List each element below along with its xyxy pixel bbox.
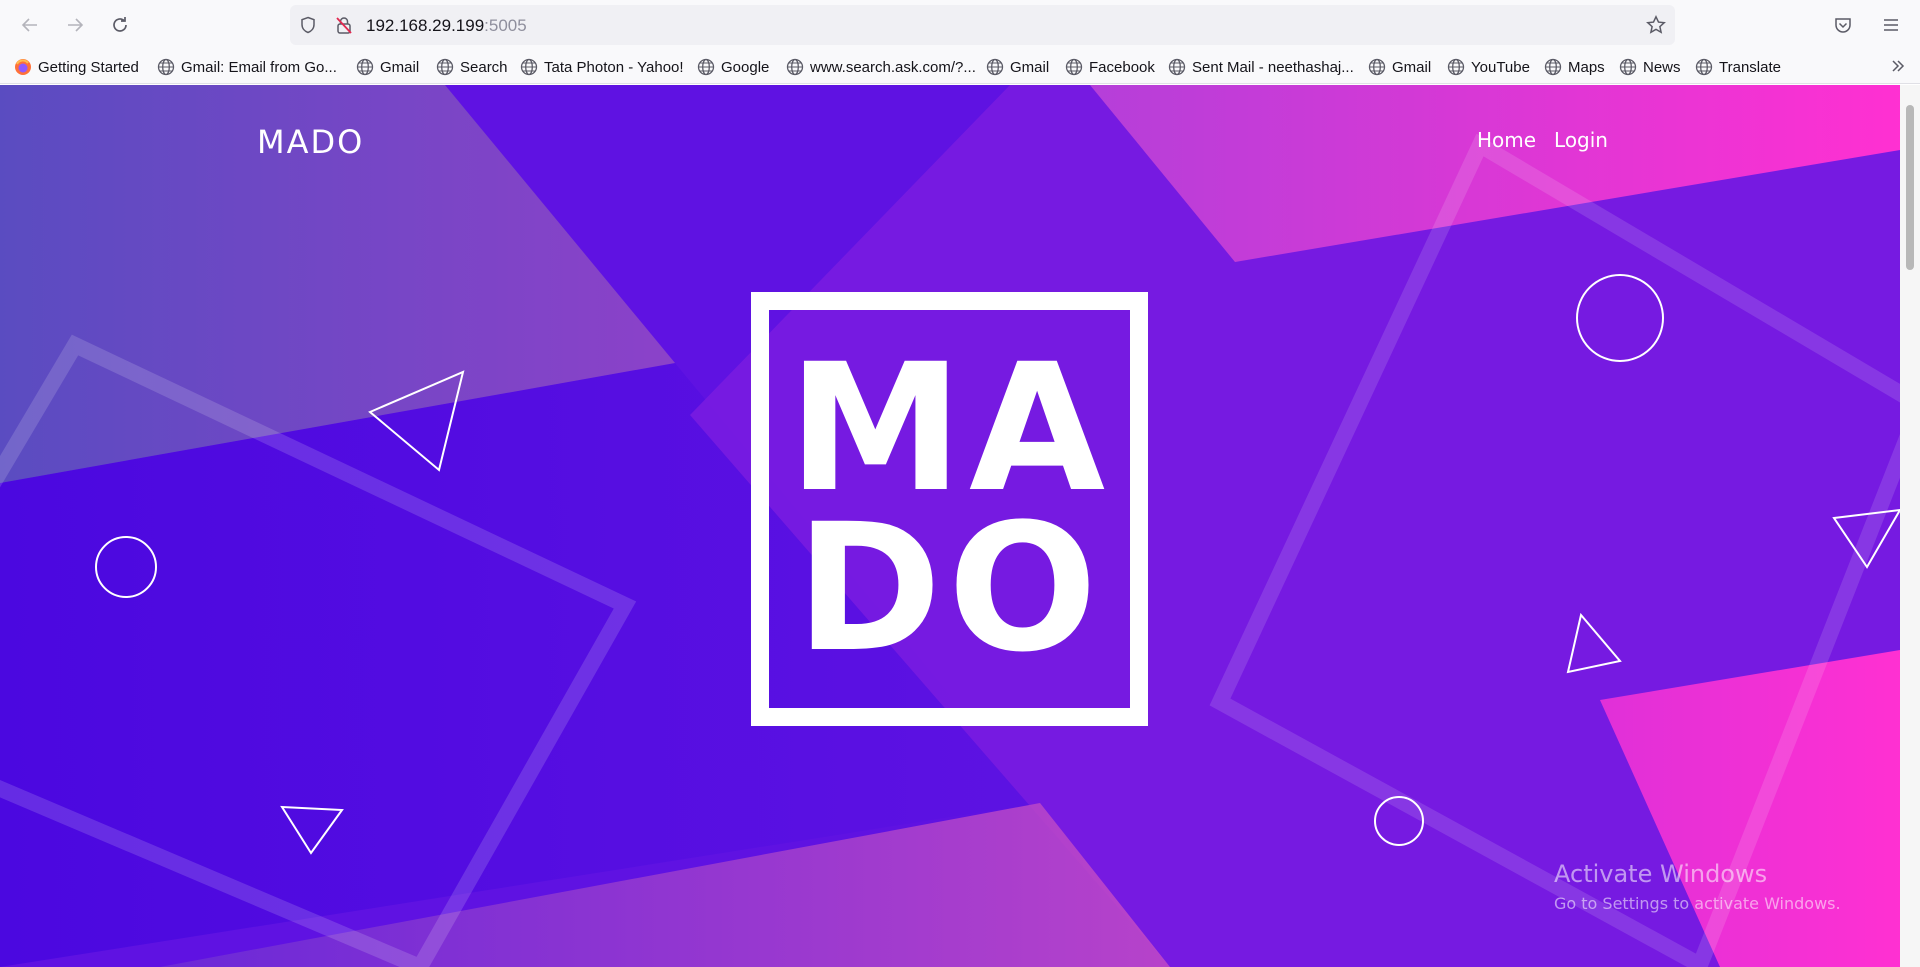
bookmark-ask[interactable]: www.search.ask.com/?...: [786, 56, 976, 78]
bookmark-label: Tata Photon - Yahoo!: [544, 58, 684, 76]
pocket-icon: [1835, 18, 1851, 33]
bookmark-label: Gmail: [1392, 58, 1432, 76]
url-port: :5005: [484, 16, 527, 35]
arrow-left-icon: [21, 18, 37, 32]
logo-line-2: DO: [795, 486, 1104, 691]
bookmark-maps[interactable]: Maps: [1544, 56, 1605, 78]
forward-button[interactable]: [60, 10, 90, 40]
bookmark-gmail-3[interactable]: Gmail: [1368, 56, 1431, 78]
globe-icon: [697, 58, 715, 76]
bookmark-sent-mail[interactable]: Sent Mail - neethashaj...: [1168, 56, 1354, 78]
logo-line-1: MA: [787, 326, 1112, 531]
bookmark-gmail-2[interactable]: Gmail: [986, 56, 1049, 78]
web-page: MADO Home Login MA DO Activate Windows G…: [0, 85, 1900, 967]
bookmark-search[interactable]: Search: [436, 56, 508, 78]
bookmark-news[interactable]: News: [1619, 56, 1681, 78]
back-button[interactable]: [15, 10, 45, 40]
scrollbar-thumb[interactable]: [1906, 105, 1914, 270]
bookmark-google[interactable]: Google: [697, 56, 769, 78]
nav-login-link[interactable]: Login: [1554, 128, 1608, 152]
bookmark-gmail[interactable]: Gmail: [356, 56, 419, 78]
bookmark-label: YouTube: [1471, 58, 1530, 76]
bookmark-label: News: [1643, 58, 1681, 76]
bookmark-label: Translate: [1719, 58, 1781, 76]
url-host: 192.168.29.199: [366, 16, 485, 35]
vertical-scrollbar[interactable]: [1900, 85, 1920, 967]
bookmark-translate[interactable]: Translate: [1695, 56, 1781, 78]
activate-windows-watermark: Activate Windows Go to Settings to activ…: [1554, 860, 1841, 913]
chevron-double-right-icon[interactable]: [1890, 58, 1906, 79]
bookmark-label: Search: [460, 58, 508, 76]
bookmark-label: Gmail: [1010, 58, 1050, 76]
hamburger-menu-icon: [1884, 19, 1898, 31]
globe-icon: [520, 58, 538, 76]
bookmark-youtube[interactable]: YouTube: [1447, 56, 1530, 78]
globe-icon: [786, 58, 804, 76]
bookmark-facebook[interactable]: Facebook: [1065, 56, 1155, 78]
globe-icon: [1065, 58, 1083, 76]
site-nav: Home Login: [1477, 128, 1608, 152]
firefox-icon: [14, 58, 32, 76]
hero-logo: MA DO: [751, 292, 1148, 726]
globe-icon: [157, 58, 175, 76]
reload-icon: [113, 17, 127, 32]
bookmark-tata-photon[interactable]: Tata Photon - Yahoo!: [520, 56, 684, 78]
pocket-button[interactable]: [1828, 10, 1858, 40]
bookmark-label: Getting Started: [38, 58, 139, 76]
browser-toolbar: 192.168.29.199:5005: [0, 0, 1920, 50]
bookmark-label: Gmail: Email from Go...: [181, 58, 337, 76]
url-bar[interactable]: 192.168.29.199:5005: [290, 5, 1675, 45]
bookmark-label: Gmail: [380, 58, 420, 76]
globe-icon: [1168, 58, 1186, 76]
watermark-subtitle: Go to Settings to activate Windows.: [1554, 894, 1841, 913]
globe-icon: [1695, 58, 1713, 76]
arrow-right-icon: [68, 18, 84, 32]
site-brand[interactable]: MADO: [257, 123, 364, 161]
bookmark-gmail-email[interactable]: Gmail: Email from Go...: [157, 56, 337, 78]
url-text[interactable]: 192.168.29.199:5005: [366, 16, 527, 36]
globe-icon: [1544, 58, 1562, 76]
shield-icon[interactable]: [298, 15, 318, 35]
bookmark-getting-started[interactable]: Getting Started: [14, 56, 139, 78]
reload-button[interactable]: [105, 10, 135, 40]
bookmark-label: Maps: [1568, 58, 1605, 76]
globe-icon: [986, 58, 1004, 76]
globe-icon: [1447, 58, 1465, 76]
menu-button[interactable]: [1876, 10, 1906, 40]
insecure-lock-icon[interactable]: [334, 15, 354, 35]
bookmark-label: www.search.ask.com/?...: [810, 58, 976, 76]
bookmark-label: Facebook: [1089, 58, 1155, 76]
star-icon[interactable]: [1646, 15, 1666, 35]
globe-icon: [436, 58, 454, 76]
globe-icon: [1368, 58, 1386, 76]
bookmarks-bar: Getting Started Gmail: Email from Go... …: [0, 50, 1920, 84]
globe-icon: [1619, 58, 1637, 76]
watermark-title: Activate Windows: [1554, 860, 1768, 888]
bookmark-label: Google: [721, 58, 770, 76]
globe-icon: [356, 58, 374, 76]
nav-home-link[interactable]: Home: [1477, 128, 1536, 152]
bookmark-label: Sent Mail - neethashaj...: [1192, 58, 1354, 76]
